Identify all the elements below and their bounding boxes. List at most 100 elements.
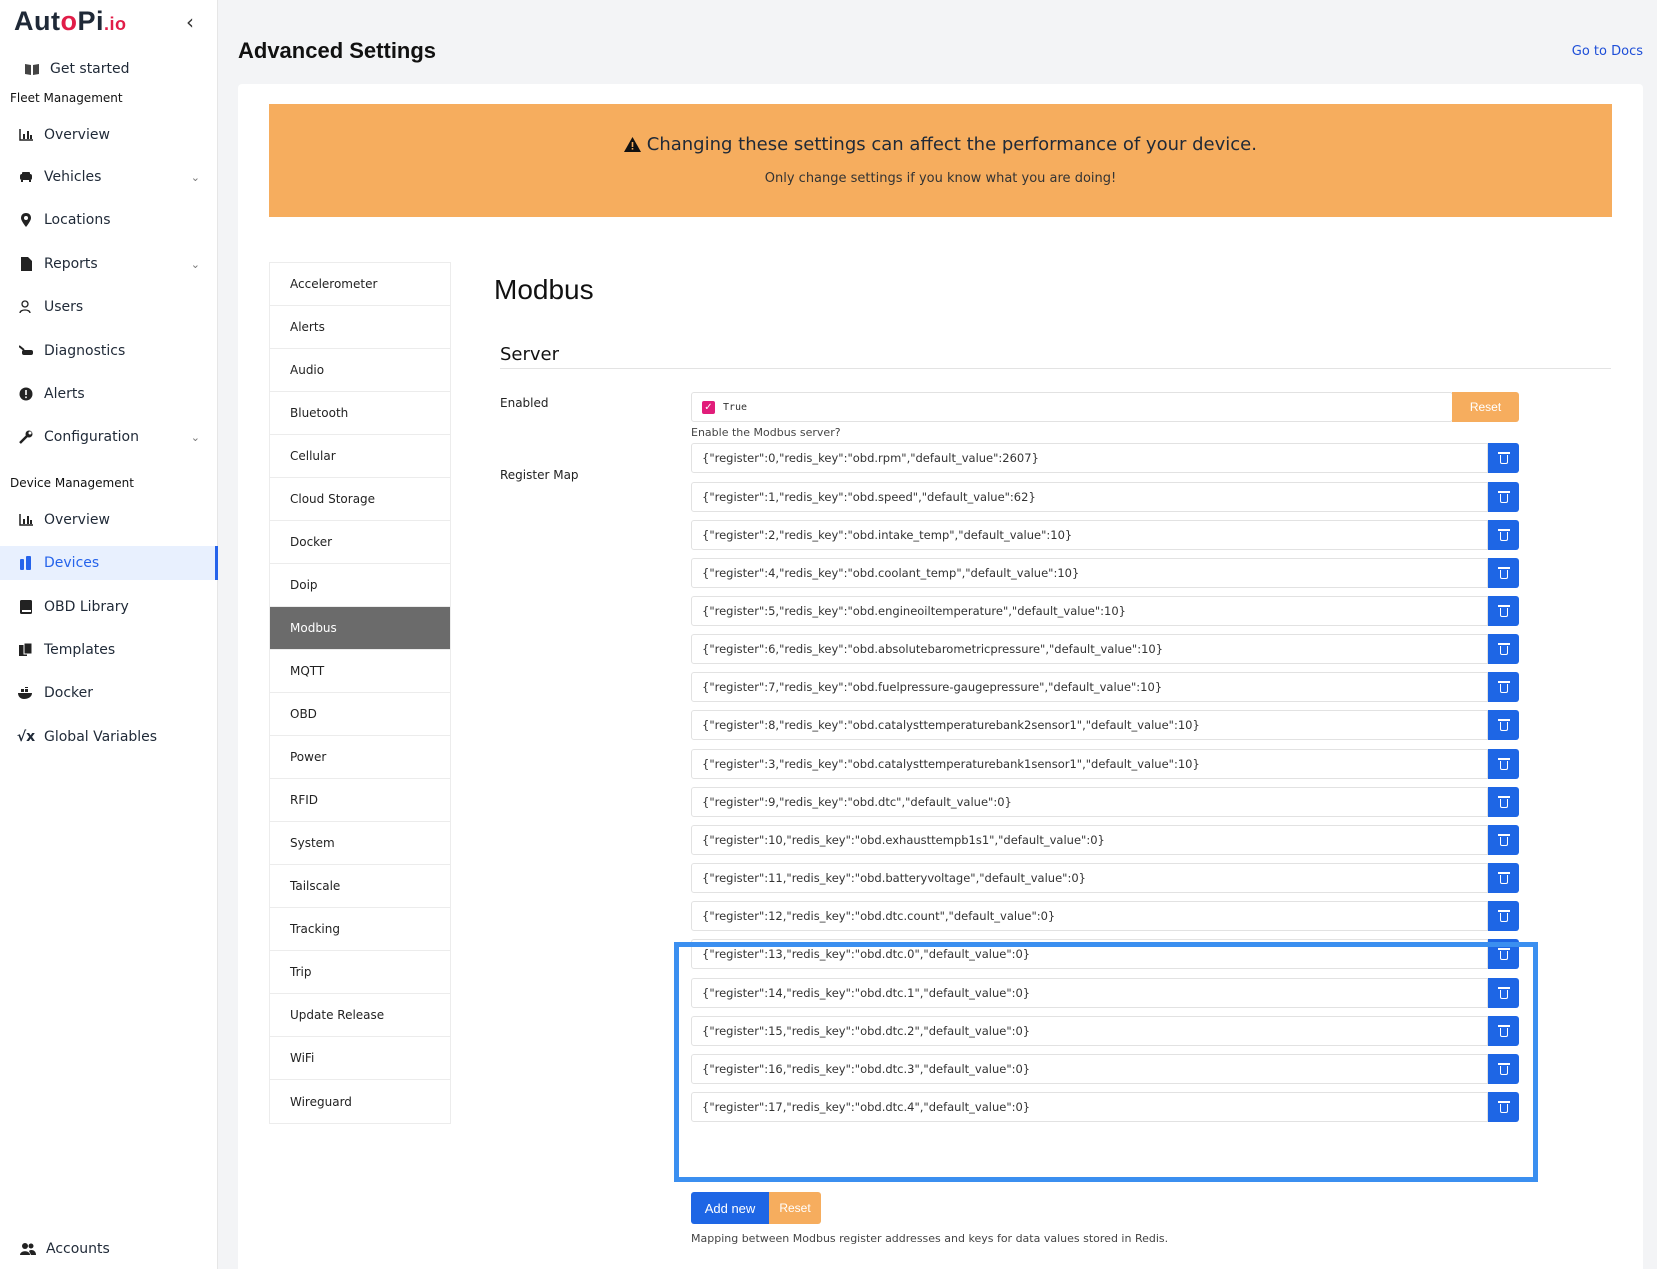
settings-menu-item-power[interactable]: Power: [270, 736, 450, 779]
sidebar-item-global-variables[interactable]: √x Global Variables: [0, 720, 218, 754]
sidebar-item-templates[interactable]: Templates: [0, 633, 218, 667]
delete-register-button[interactable]: [1488, 939, 1519, 969]
delete-register-button[interactable]: [1488, 749, 1519, 779]
warning-banner: Changing these settings can affect the p…: [269, 104, 1612, 217]
register-input[interactable]: [691, 672, 1488, 702]
collapse-sidebar-icon[interactable]: ‹: [180, 10, 200, 34]
delete-register-button[interactable]: [1488, 710, 1519, 740]
settings-menu-item-mqtt[interactable]: MQTT: [270, 650, 450, 693]
sidebar-item-devices[interactable]: Devices: [0, 546, 218, 580]
sidebar-item-accounts[interactable]: Accounts: [0, 1232, 218, 1266]
sidebar-item-fleet-overview[interactable]: Overview: [0, 118, 218, 152]
divider: [500, 368, 1611, 369]
trash-icon: [1497, 529, 1510, 541]
register-input[interactable]: [691, 558, 1488, 588]
register-input[interactable]: [691, 863, 1488, 893]
register-input[interactable]: [691, 749, 1488, 779]
chevron-down-icon: ⌄: [190, 430, 200, 444]
enabled-reset-button[interactable]: Reset: [1452, 392, 1519, 422]
delete-register-button[interactable]: [1488, 520, 1519, 550]
settings-menu-item-audio[interactable]: Audio: [270, 349, 450, 392]
trash-icon: [1497, 796, 1510, 808]
chevron-down-icon: ⌄: [190, 257, 200, 271]
register-input[interactable]: [691, 939, 1488, 969]
settings-menu-item-accelerometer[interactable]: Accelerometer: [270, 263, 450, 306]
delete-register-button[interactable]: [1488, 596, 1519, 626]
checkbox-checked-icon[interactable]: ✓: [702, 400, 715, 414]
delete-register-button[interactable]: [1488, 672, 1519, 702]
register-input[interactable]: [691, 1016, 1488, 1046]
delete-register-button[interactable]: [1488, 558, 1519, 588]
delete-register-button[interactable]: [1488, 634, 1519, 664]
settings-menu-item-wifi[interactable]: WiFi: [270, 1037, 450, 1080]
settings-menu-item-wireguard[interactable]: Wireguard: [270, 1080, 450, 1123]
register-input[interactable]: [691, 482, 1488, 512]
delete-register-button[interactable]: [1488, 1092, 1519, 1122]
sidebar-item-vehicles[interactable]: Vehicles ⌄: [0, 160, 218, 194]
sidebar-item-docker[interactable]: Docker: [0, 676, 218, 710]
sidebar-item-users[interactable]: Users: [0, 290, 218, 324]
settings-menu-item-obd[interactable]: OBD: [270, 693, 450, 736]
register-input[interactable]: [691, 978, 1488, 1008]
sidebar-item-label: Alerts: [44, 386, 85, 402]
chevron-down-icon: ⌄: [190, 170, 200, 184]
delete-register-button[interactable]: [1488, 901, 1519, 931]
register-input[interactable]: [691, 901, 1488, 931]
go-to-docs-link[interactable]: Go to Docs: [1572, 44, 1643, 59]
settings-menu-item-alerts[interactable]: Alerts: [270, 306, 450, 349]
sidebar-item-locations[interactable]: Locations: [0, 203, 218, 237]
sidebar-item-label: Reports: [44, 256, 98, 272]
register-input[interactable]: [691, 634, 1488, 664]
sidebar-item-label: Docker: [44, 685, 94, 701]
settings-menu-item-system[interactable]: System: [270, 822, 450, 865]
settings-menu-item-docker[interactable]: Docker: [270, 521, 450, 564]
register-reset-button[interactable]: Reset: [769, 1192, 821, 1224]
register-input[interactable]: [691, 1092, 1488, 1122]
wrench-car-icon: [18, 343, 34, 359]
register-input[interactable]: [691, 596, 1488, 626]
delete-register-button[interactable]: [1488, 978, 1519, 1008]
get-started-link[interactable]: Get started: [0, 52, 218, 86]
delete-register-button[interactable]: [1488, 443, 1519, 473]
register-input[interactable]: [691, 443, 1488, 473]
settings-menu-item-tailscale[interactable]: Tailscale: [270, 865, 450, 908]
sidebar-item-obd-library[interactable]: OBD Library: [0, 590, 218, 624]
trash-icon: [1497, 491, 1510, 503]
chart-icon: [18, 512, 34, 528]
settings-menu-item-cloud-storage[interactable]: Cloud Storage: [270, 478, 450, 521]
sidebar-item-diagnostics[interactable]: Diagnostics: [0, 334, 218, 368]
settings-menu-item-modbus[interactable]: Modbus: [270, 607, 450, 650]
delete-register-button[interactable]: [1488, 482, 1519, 512]
delete-register-button[interactable]: [1488, 863, 1519, 893]
delete-register-button[interactable]: [1488, 1016, 1519, 1046]
register-input[interactable]: [691, 825, 1488, 855]
settings-menu-item-trip[interactable]: Trip: [270, 951, 450, 994]
settings-menu-item-update-release[interactable]: Update Release: [270, 994, 450, 1037]
register-row: [691, 443, 1519, 473]
delete-register-button[interactable]: [1488, 787, 1519, 817]
wrench-icon: [18, 429, 34, 445]
settings-menu-item-doip[interactable]: Doip: [270, 564, 450, 607]
sidebar-item-device-overview[interactable]: Overview: [0, 503, 218, 537]
add-new-button[interactable]: Add new: [691, 1192, 769, 1224]
register-input[interactable]: [691, 710, 1488, 740]
sidebar-item-reports[interactable]: Reports ⌄: [0, 247, 218, 281]
register-input[interactable]: [691, 787, 1488, 817]
register-input[interactable]: [691, 1054, 1488, 1084]
enabled-checkbox-field[interactable]: ✓ True: [691, 392, 1453, 422]
settings-menu-item-rfid[interactable]: RFID: [270, 779, 450, 822]
delete-register-button[interactable]: [1488, 1054, 1519, 1084]
sidebar-item-configuration[interactable]: Configuration ⌄: [0, 420, 218, 454]
register-row: [691, 672, 1519, 702]
delete-register-button[interactable]: [1488, 825, 1519, 855]
sidebar-item-label: Accounts: [46, 1241, 110, 1257]
autopi-logo[interactable]: AutoPi.io: [14, 6, 127, 37]
register-input[interactable]: [691, 520, 1488, 550]
sidebar-item-alerts[interactable]: Alerts: [0, 377, 218, 411]
file-icon: [18, 256, 34, 272]
settings-menu-item-cellular[interactable]: Cellular: [270, 435, 450, 478]
settings-menu-item-tracking[interactable]: Tracking: [270, 908, 450, 951]
register-row: [691, 749, 1519, 779]
settings-menu-item-bluetooth[interactable]: Bluetooth: [270, 392, 450, 435]
register-row: [691, 710, 1519, 740]
